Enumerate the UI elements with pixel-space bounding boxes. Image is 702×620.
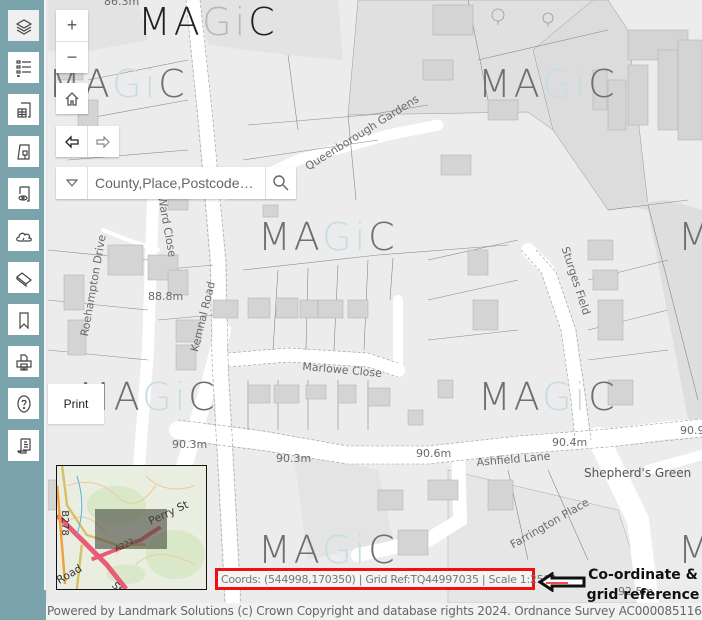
printer-icon <box>15 353 32 371</box>
spot-height: 90.3m <box>276 452 312 465</box>
sidebar-item-script[interactable] <box>8 430 39 461</box>
map-attribution: Powered by Landmark Solutions (c) Crown … <box>46 603 702 620</box>
annotation-arrow-icon <box>538 572 586 592</box>
spot-height: 86.3m <box>104 0 140 8</box>
sidebar-item-help[interactable] <box>8 388 39 419</box>
sidebar-item-bookmark[interactable] <box>8 304 39 335</box>
spot-height: 88.8m <box>148 290 184 303</box>
map-view-icon <box>17 185 30 202</box>
sidebar-item-measure[interactable] <box>8 262 39 293</box>
sidebar-item-table[interactable] <box>8 94 39 125</box>
sidebar-item-print[interactable] <box>8 346 39 377</box>
overview-extent-box[interactable] <box>95 509 167 549</box>
print-tooltip: Print <box>48 384 104 424</box>
zoom-controls: + − <box>56 10 88 73</box>
table-tool-icon <box>16 101 31 118</box>
search-button[interactable] <box>265 167 296 199</box>
arrow-left-icon <box>64 134 79 149</box>
bookmark-icon <box>18 311 29 329</box>
overview-road-label: B278 <box>59 510 70 536</box>
annotation-label: Co-ordinate & grid reference <box>584 565 702 605</box>
sidebar-item-map-view[interactable] <box>8 178 39 209</box>
help-icon <box>16 394 31 413</box>
layers-icon <box>15 18 32 35</box>
cloud-icon <box>15 232 32 242</box>
measure-eraser-icon <box>15 271 32 287</box>
search-icon <box>273 175 289 191</box>
sidebar-item-identify[interactable] <box>8 136 39 167</box>
sidebar-item-legend[interactable] <box>8 52 39 83</box>
location-search <box>56 167 296 199</box>
sidebar-item-layers[interactable] <box>8 10 39 41</box>
arrow-right-icon <box>96 135 110 148</box>
sidebar-divider <box>44 0 46 590</box>
next-extent-button[interactable] <box>87 126 118 157</box>
coordinate-readout: Coords: (544998,170350) | Grid Ref:TQ449… <box>215 568 557 590</box>
legend-list-icon <box>15 59 31 77</box>
overview-map[interactable]: Perry St A222 Road B278 St <box>56 465 207 590</box>
spot-height: 90.9 <box>680 424 702 437</box>
previous-extent-button[interactable] <box>56 126 87 157</box>
chevron-down-icon <box>65 179 78 187</box>
home-button[interactable] <box>56 83 88 114</box>
sidebar-toolbar <box>0 0 46 620</box>
search-input[interactable] <box>88 168 265 198</box>
sidebar-item-cloud[interactable] <box>8 220 39 251</box>
search-type-dropdown[interactable] <box>56 167 88 199</box>
annotation-line-2: grid reference <box>586 587 700 603</box>
identify-tool-icon <box>16 143 30 160</box>
spot-height: 90.4m <box>552 436 588 449</box>
place-label: Shepherd's Green <box>584 466 692 480</box>
zoom-out-button[interactable]: − <box>56 41 88 72</box>
zoom-in-button[interactable]: + <box>56 10 88 41</box>
annotation-line-1: Co-ordinate & <box>588 567 698 583</box>
extent-navigation <box>56 126 119 157</box>
script-scroll-icon <box>16 437 31 454</box>
spot-height: 90.3m <box>172 438 208 451</box>
home-icon <box>65 91 79 106</box>
spot-height: 90.6m <box>416 447 452 460</box>
